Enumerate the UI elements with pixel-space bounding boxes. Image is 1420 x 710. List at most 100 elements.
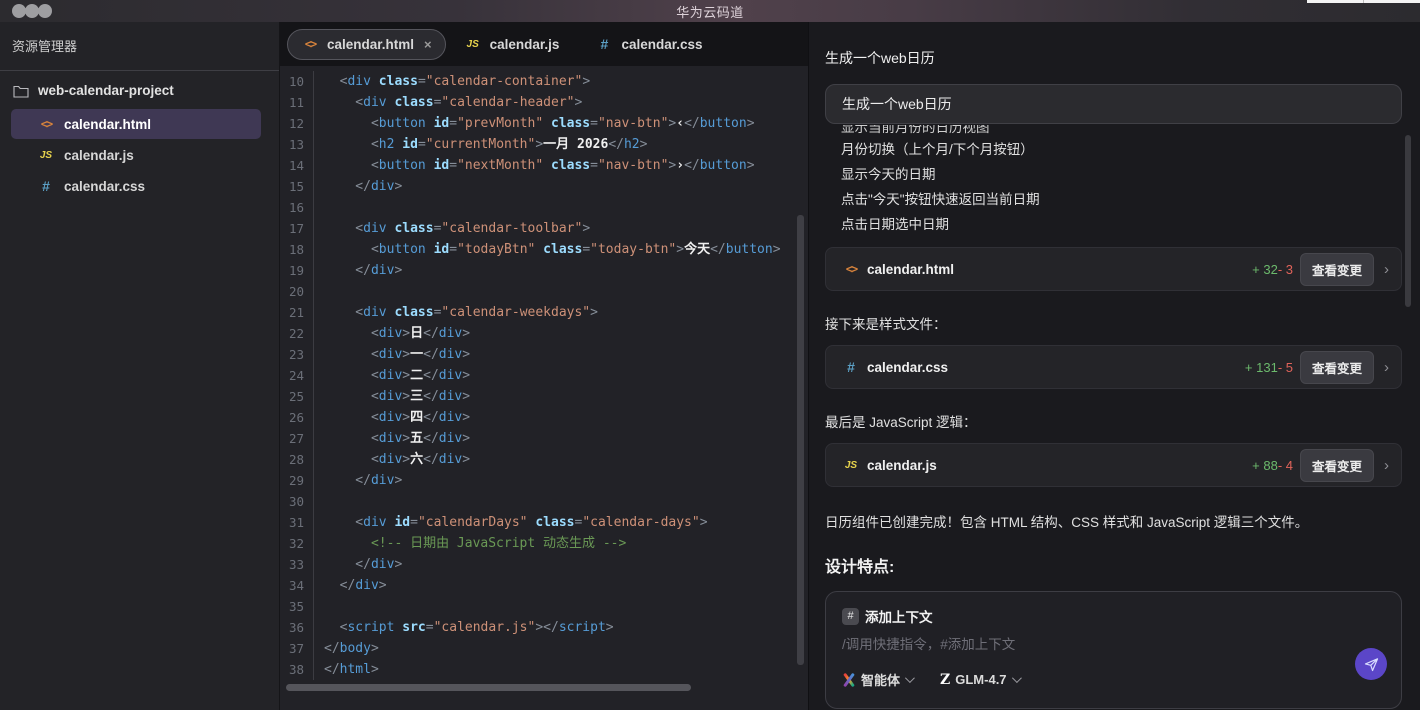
explorer-sidebar: 资源管理器 web-calendar-project <> calendar.h…	[0, 22, 280, 710]
tab-label: calendar.js	[490, 37, 560, 52]
file-change-card-js[interactable]: JS calendar.js + 88- 4 查看变更 ›	[825, 443, 1402, 487]
code-line[interactable]: 35	[280, 596, 808, 617]
tab-calendar-js[interactable]: JS calendar.js	[446, 29, 578, 60]
paper-plane-icon	[1363, 656, 1380, 673]
js-file-icon: JS	[37, 150, 55, 161]
html-file-icon: <>	[842, 262, 860, 276]
chevron-right-icon[interactable]: ›	[1384, 359, 1389, 376]
line-number: 26	[280, 407, 313, 428]
line-number: 16	[280, 197, 313, 218]
code-line[interactable]: 26 <div>四</div>	[280, 407, 808, 428]
line-number: 17	[280, 218, 313, 239]
file-change-card-html[interactable]: <> calendar.html + 32- 3 查看变更 ›	[825, 247, 1402, 291]
js-file-icon: JS	[842, 460, 860, 471]
code-line[interactable]: 24 <div>二</div>	[280, 365, 808, 386]
window-dot-icon[interactable]	[25, 4, 39, 18]
code-line[interactable]: 17 <div class="calendar-toolbar">	[280, 218, 808, 239]
hash-icon[interactable]: #	[842, 608, 859, 625]
app-title: 华为云码道	[676, 2, 744, 21]
line-number: 12	[280, 113, 313, 134]
sidebar-item-calendar-css[interactable]: # calendar.css	[11, 171, 261, 201]
code-line[interactable]: 27 <div>五</div>	[280, 428, 808, 449]
line-number: 10	[280, 71, 313, 92]
window-dot-icon[interactable]	[12, 4, 26, 18]
line-number: 15	[280, 176, 313, 197]
diff-stats: + 131- 5	[1245, 360, 1293, 375]
file-name: calendar.js	[867, 458, 937, 473]
code-line[interactable]: 22 <div>日</div>	[280, 323, 808, 344]
send-button[interactable]	[1355, 648, 1387, 680]
code-line[interactable]: 11 <div class="calendar-header">	[280, 92, 808, 113]
code-line[interactable]: 37</body>	[280, 638, 808, 659]
file-name: calendar.html	[867, 262, 954, 277]
code-line[interactable]: 12 <button id="prevMonth" class="nav-btn…	[280, 113, 808, 134]
code-line[interactable]: 30	[280, 491, 808, 512]
sidebar-item-calendar-js[interactable]: JS calendar.js	[11, 140, 261, 170]
agent-icon	[842, 673, 856, 687]
file-change-card-css[interactable]: # calendar.css + 131- 5 查看变更 ›	[825, 345, 1402, 389]
code-line[interactable]: 18 <button id="todayBtn" class="today-bt…	[280, 239, 808, 260]
editor-vertical-scrollbar[interactable]	[797, 215, 804, 665]
js-file-icon: JS	[464, 39, 482, 50]
line-number: 34	[280, 575, 313, 596]
add-context-control[interactable]: # 添加上下文	[842, 606, 1385, 626]
code-line[interactable]: 25 <div>三</div>	[280, 386, 808, 407]
assistant-text-css-intro: 接下来是样式文件：	[825, 313, 1402, 333]
code-line[interactable]: 10 <div class="calendar-container">	[280, 71, 808, 92]
code-line[interactable]: 21 <div class="calendar-weekdays">	[280, 302, 808, 323]
code-line[interactable]: 13 <h2 id="currentMonth">一月 2026</h2>	[280, 134, 808, 155]
code-line[interactable]: 29 </div>	[280, 470, 808, 491]
sidebar-item-calendar-html[interactable]: <> calendar.html	[11, 109, 261, 139]
code-line[interactable]: 14 <button id="nextMonth" class="nav-btn…	[280, 155, 808, 176]
tab-calendar-html[interactable]: <> calendar.html ×	[287, 29, 446, 60]
code-line[interactable]: 36 <script src="calendar.js"></script>	[280, 617, 808, 638]
view-changes-button[interactable]: 查看变更	[1300, 253, 1374, 286]
view-changes-button[interactable]: 查看变更	[1300, 449, 1374, 482]
code-line[interactable]: 23 <div>一</div>	[280, 344, 808, 365]
project-folder-label: web-calendar-project	[38, 83, 174, 98]
chevron-right-icon[interactable]: ›	[1384, 457, 1389, 474]
model-selector-label: GLM-4.7	[955, 672, 1006, 687]
code-line[interactable]: 31 <div id="calendarDays" class="calenda…	[280, 512, 808, 533]
chat-vertical-scrollbar[interactable]	[1405, 135, 1411, 307]
folder-icon	[13, 84, 29, 98]
line-number: 31	[280, 512, 313, 533]
glm-logo-icon: Z	[940, 672, 950, 688]
feature-list-item: 点击"今天"按钮快速返回当前日期	[841, 187, 1402, 212]
code-line[interactable]: 19 </div>	[280, 260, 808, 281]
code-line[interactable]: 32 <!-- 日期由 JavaScript 动态生成 -->	[280, 533, 808, 554]
view-changes-button[interactable]: 查看变更	[1300, 351, 1374, 384]
assistant-completion-text: 日历组件已创建完成！包含 HTML 结构、CSS 样式和 JavaScript …	[825, 511, 1402, 531]
css-file-icon: #	[842, 359, 860, 375]
code-line[interactable]: 33 </div>	[280, 554, 808, 575]
window-control-dots[interactable]	[12, 4, 51, 18]
feature-list-item: 显示今天的日期	[841, 162, 1402, 187]
project-folder[interactable]: web-calendar-project	[0, 71, 279, 108]
chat-input-box[interactable]: # 添加上下文 /调用快捷指令，#添加上下文	[825, 591, 1402, 709]
css-file-icon: #	[37, 178, 55, 194]
window-dot-icon[interactable]	[38, 4, 52, 18]
lines-removed: - 3	[1278, 262, 1293, 277]
user-message-card[interactable]: 生成一个web日历	[825, 84, 1402, 124]
design-features-heading: 设计特点:	[825, 553, 1402, 577]
code-editor-pane: <> calendar.html × JS calendar.js # cale…	[280, 22, 808, 710]
code-line[interactable]: 16	[280, 197, 808, 218]
line-number: 21	[280, 302, 313, 323]
code-area[interactable]: 10 <div class="calendar-container">11 <d…	[280, 66, 808, 710]
chevron-right-icon[interactable]: ›	[1384, 261, 1389, 278]
code-line[interactable]: 34 </div>	[280, 575, 808, 596]
model-selector[interactable]: Z GLM-4.7	[940, 672, 1019, 688]
line-number: 38	[280, 659, 313, 680]
css-file-icon: #	[595, 36, 613, 52]
code-line[interactable]: 15 </div>	[280, 176, 808, 197]
code-line[interactable]: 28 <div>六</div>	[280, 449, 808, 470]
code-line[interactable]: 20	[280, 281, 808, 302]
code-line[interactable]: 38</html>	[280, 659, 808, 680]
diff-stats: + 88- 4	[1252, 458, 1293, 473]
editor-horizontal-scrollbar[interactable]	[286, 684, 691, 691]
tab-calendar-css[interactable]: # calendar.css	[577, 28, 720, 60]
agent-selector[interactable]: 智能体	[842, 670, 912, 689]
chat-input-placeholder[interactable]: /调用快捷指令，#添加上下文	[842, 633, 1385, 653]
close-icon[interactable]: ×	[424, 37, 432, 52]
lines-removed: - 5	[1278, 360, 1293, 375]
